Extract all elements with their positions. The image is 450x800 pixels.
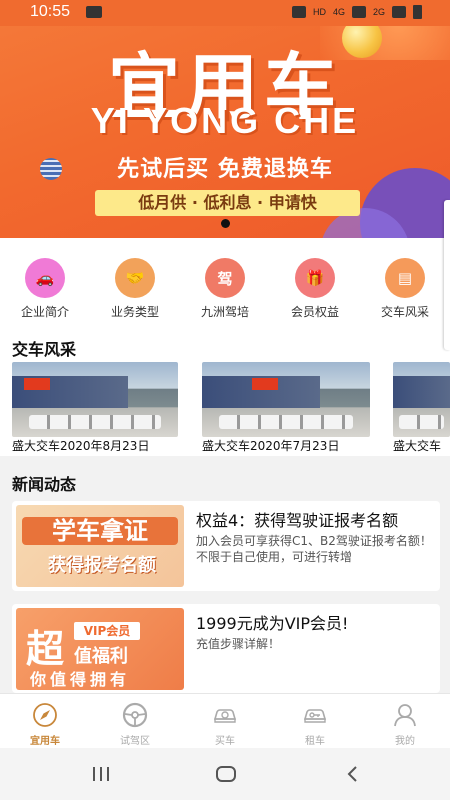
- section-title: 交车风采: [12, 340, 77, 359]
- tab-rent-car[interactable]: 租车: [270, 694, 360, 748]
- news-description: 充值步骤详解！: [196, 637, 281, 651]
- photo-sign: [24, 378, 50, 390]
- thumb-text: 学车拿证: [22, 517, 178, 545]
- message-icon: [86, 6, 102, 18]
- banner-subtitle: YI YONG CHE: [90, 100, 360, 141]
- category-business-type[interactable]: 🤝 业务类型: [90, 238, 180, 328]
- photo-cars: [28, 415, 162, 429]
- home-icon[interactable]: [211, 760, 241, 788]
- status-bar: 10:55 HD 4G 2G: [0, 0, 450, 26]
- category-label: 会员权益: [290, 305, 339, 319]
- 2g-indicator: 2G: [372, 7, 385, 17]
- thumb-text: 获得报考名额: [48, 555, 156, 576]
- carousel-indicator[interactable]: [221, 219, 230, 228]
- photo-cars: [398, 415, 445, 429]
- thumb-text: 超: [26, 627, 65, 671]
- category-menu: 🚗 企业简介 🤝 业务类型 驾 九洲驾培 🎁 会员权益 ▤ 交车风采: [0, 238, 450, 328]
- tab-test-drive[interactable]: 试驾区: [90, 694, 180, 748]
- hd-indicator: HD: [312, 7, 326, 17]
- thumb-text: 你值得拥有: [30, 670, 131, 689]
- tab-buy-car[interactable]: 买车: [180, 694, 270, 748]
- news-header: 新闻动态: [0, 468, 450, 496]
- category-company-intro[interactable]: 🚗 企业简介: [0, 238, 90, 328]
- handshake-icon: 🤝: [115, 258, 155, 298]
- category-driving-school[interactable]: 驾 九洲驾培: [180, 238, 270, 328]
- recent-apps-icon[interactable]: [86, 760, 116, 788]
- news-item[interactable]: 学车拿证 获得报考名额 权益4：获得驾驶证报考名额 加入会员可享获得C1、B2驾…: [12, 501, 440, 591]
- compass-icon: [33, 703, 57, 727]
- category-label: 九洲驾培: [200, 305, 249, 319]
- news-thumbnail: 学车拿证 获得报考名额: [16, 505, 184, 587]
- tab-label: 我的: [395, 736, 415, 747]
- tab-label: 试驾区: [120, 736, 150, 747]
- section-title: 新闻动态: [12, 475, 77, 494]
- side-drawer-handle[interactable]: [444, 200, 450, 350]
- status-indicators: HD 4G 2G: [291, 5, 422, 19]
- thumb-text: 值福利: [74, 646, 128, 667]
- delivery-photo[interactable]: [393, 362, 450, 437]
- photo-cars: [218, 415, 354, 429]
- user-icon: [394, 704, 416, 727]
- delivery-photo[interactable]: [12, 362, 178, 437]
- signal-icon: [351, 6, 366, 18]
- hero-banner[interactable]: 宜用车 YI YONG CHE 先试后买 免费退换车 低月供 · 低利息 · 申…: [0, 0, 450, 238]
- signal-icon: [392, 6, 406, 18]
- back-icon[interactable]: [338, 760, 368, 788]
- rent-car-icon: [303, 709, 327, 723]
- category-member-benefits[interactable]: 🎁 会员权益: [270, 238, 360, 328]
- 4g-indicator: 4G: [332, 7, 345, 17]
- banner-slogan: 先试后买 免费退换车: [117, 157, 333, 182]
- bottom-tab-bar: 宜用车 试驾区 买车 租车 我的: [0, 693, 450, 748]
- category-label: 业务类型: [110, 305, 159, 319]
- delivery-section: 交车风采 盛大交车2020年8月23日 盛大交车2020年7月23日 盛大交车: [0, 328, 450, 456]
- tab-label: 租车: [305, 736, 325, 747]
- category-label: 交车风采: [380, 305, 429, 319]
- news-item[interactable]: 超 VIP会员 值福利 你值得拥有 1999元成为VIP会员! 充值步骤详解！: [12, 604, 440, 693]
- photo-building: [393, 376, 450, 408]
- system-navigation-bar: [0, 748, 450, 800]
- photo-sign: [252, 378, 278, 390]
- delivery-photo[interactable]: [202, 362, 370, 437]
- tab-profile[interactable]: 我的: [360, 694, 450, 748]
- tab-home[interactable]: 宜用车: [0, 694, 90, 748]
- license-card-icon: ▤: [385, 258, 425, 298]
- tab-label: 买车: [215, 736, 235, 747]
- photo-caption: 盛大交车2020年7月23日: [202, 439, 340, 453]
- news-title: 权益4：获得驾驶证报考名额: [196, 511, 399, 530]
- news-description: 加入会员可享获得C1、B2驾驶证报考名额！不限于自己使用，可进行转增: [196, 534, 432, 564]
- steering-wheel-icon: [122, 702, 148, 728]
- tab-label: 宜用车: [30, 736, 60, 747]
- news-title: 1999元成为VIP会员!: [196, 614, 349, 633]
- news-thumbnail: 超 VIP会员 值福利 你值得拥有: [16, 608, 184, 690]
- category-label: 企业简介: [20, 305, 69, 319]
- buy-car-icon: [213, 709, 237, 723]
- category-delivery-showcase[interactable]: ▤ 交车风采: [360, 238, 450, 328]
- photo-caption: 盛大交车: [393, 439, 442, 453]
- gift-icon: 🎁: [295, 258, 335, 298]
- driving-school-icon: 驾: [205, 258, 245, 298]
- alarm-icon: [291, 6, 306, 18]
- banner-pill: 低月供 · 低利息 · 申请快: [95, 190, 360, 216]
- thumb-text: VIP会员: [74, 622, 140, 640]
- status-time: 10:55: [30, 3, 71, 20]
- photo-caption: 盛大交车2020年8月23日: [12, 439, 150, 453]
- car-icon: 🚗: [25, 258, 65, 298]
- battery-icon: [413, 5, 422, 19]
